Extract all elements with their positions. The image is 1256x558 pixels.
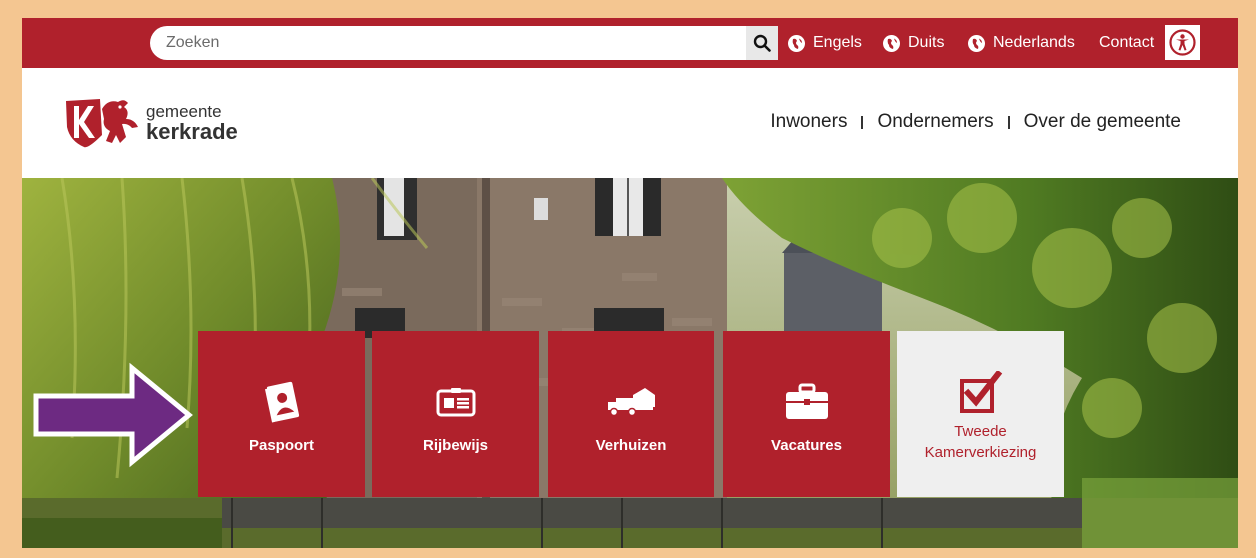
moving-truck-icon: [607, 379, 655, 425]
language-label: Duits: [908, 34, 945, 51]
main-navigation: Inwoners Ondernemers Over de gemeente: [770, 111, 1181, 133]
tile-verhuizen[interactable]: Verhuizen: [548, 331, 714, 497]
kerkrade-logo-icon: [66, 99, 138, 148]
language-label: Nederlands: [993, 34, 1075, 51]
site-header: gemeente kerkrade Inwoners Ondernemers O…: [22, 68, 1238, 178]
briefcase-icon: [784, 379, 830, 425]
tile-tweede-kamerverkiezing[interactable]: Tweede Kamerverkiezing: [897, 331, 1064, 497]
nav-inwoners[interactable]: Inwoners: [770, 111, 847, 133]
search-icon: [753, 34, 771, 52]
search-box: [150, 26, 778, 60]
nav-separator: [1007, 115, 1010, 129]
hero-banner: Paspoort Rijbewijs Verhuizen Vacatures T…: [22, 178, 1238, 548]
tile-label: Rijbewijs: [422, 436, 489, 454]
language-nederlands[interactable]: Nederlands: [968, 30, 1075, 56]
arrow-right-icon: [33, 362, 193, 468]
globe-icon: [883, 34, 900, 52]
logo-line1: gemeente: [146, 102, 222, 121]
accessibility-icon: [1169, 29, 1196, 56]
language-duits[interactable]: Duits: [883, 30, 944, 56]
nav-ondernemers[interactable]: Ondernemers: [877, 111, 993, 133]
globe-icon: [968, 34, 985, 52]
search-input[interactable]: [150, 26, 748, 60]
tile-label-line2: Kamerverkiezing: [924, 444, 1037, 461]
tile-paspoort[interactable]: Paspoort: [198, 331, 365, 497]
contact-label: Contact: [1099, 34, 1155, 51]
tile-vacatures[interactable]: Vacatures: [723, 331, 890, 497]
tile-label: Verhuizen: [595, 436, 667, 454]
tile-label: Vacatures: [771, 436, 842, 454]
globe-icon: [788, 34, 805, 52]
tile-label-line1: Tweede: [954, 423, 1007, 440]
contact-link[interactable]: Contact: [1099, 30, 1154, 56]
tile-rijbewijs[interactable]: Rijbewijs: [372, 331, 539, 497]
logo-line2: kerkrade: [146, 119, 238, 144]
language-label: Engels: [813, 34, 862, 51]
accessibility-button[interactable]: [1165, 25, 1200, 60]
top-bar: Engels Duits Nederlands Contact: [22, 18, 1238, 68]
nav-over-de-gemeente[interactable]: Over de gemeente: [1024, 111, 1181, 133]
nav-separator: [861, 115, 864, 129]
logo-home-link[interactable]: gemeente kerkrade: [64, 97, 238, 149]
ballot-checkbox-icon: [958, 369, 1004, 415]
id-card-icon: [436, 379, 476, 425]
browser-viewport: Engels Duits Nederlands Contact: [22, 18, 1238, 548]
search-button[interactable]: [746, 26, 778, 60]
tile-label: Paspoort: [248, 436, 314, 454]
language-engels[interactable]: Engels: [788, 30, 862, 56]
passport-icon: [260, 379, 304, 425]
